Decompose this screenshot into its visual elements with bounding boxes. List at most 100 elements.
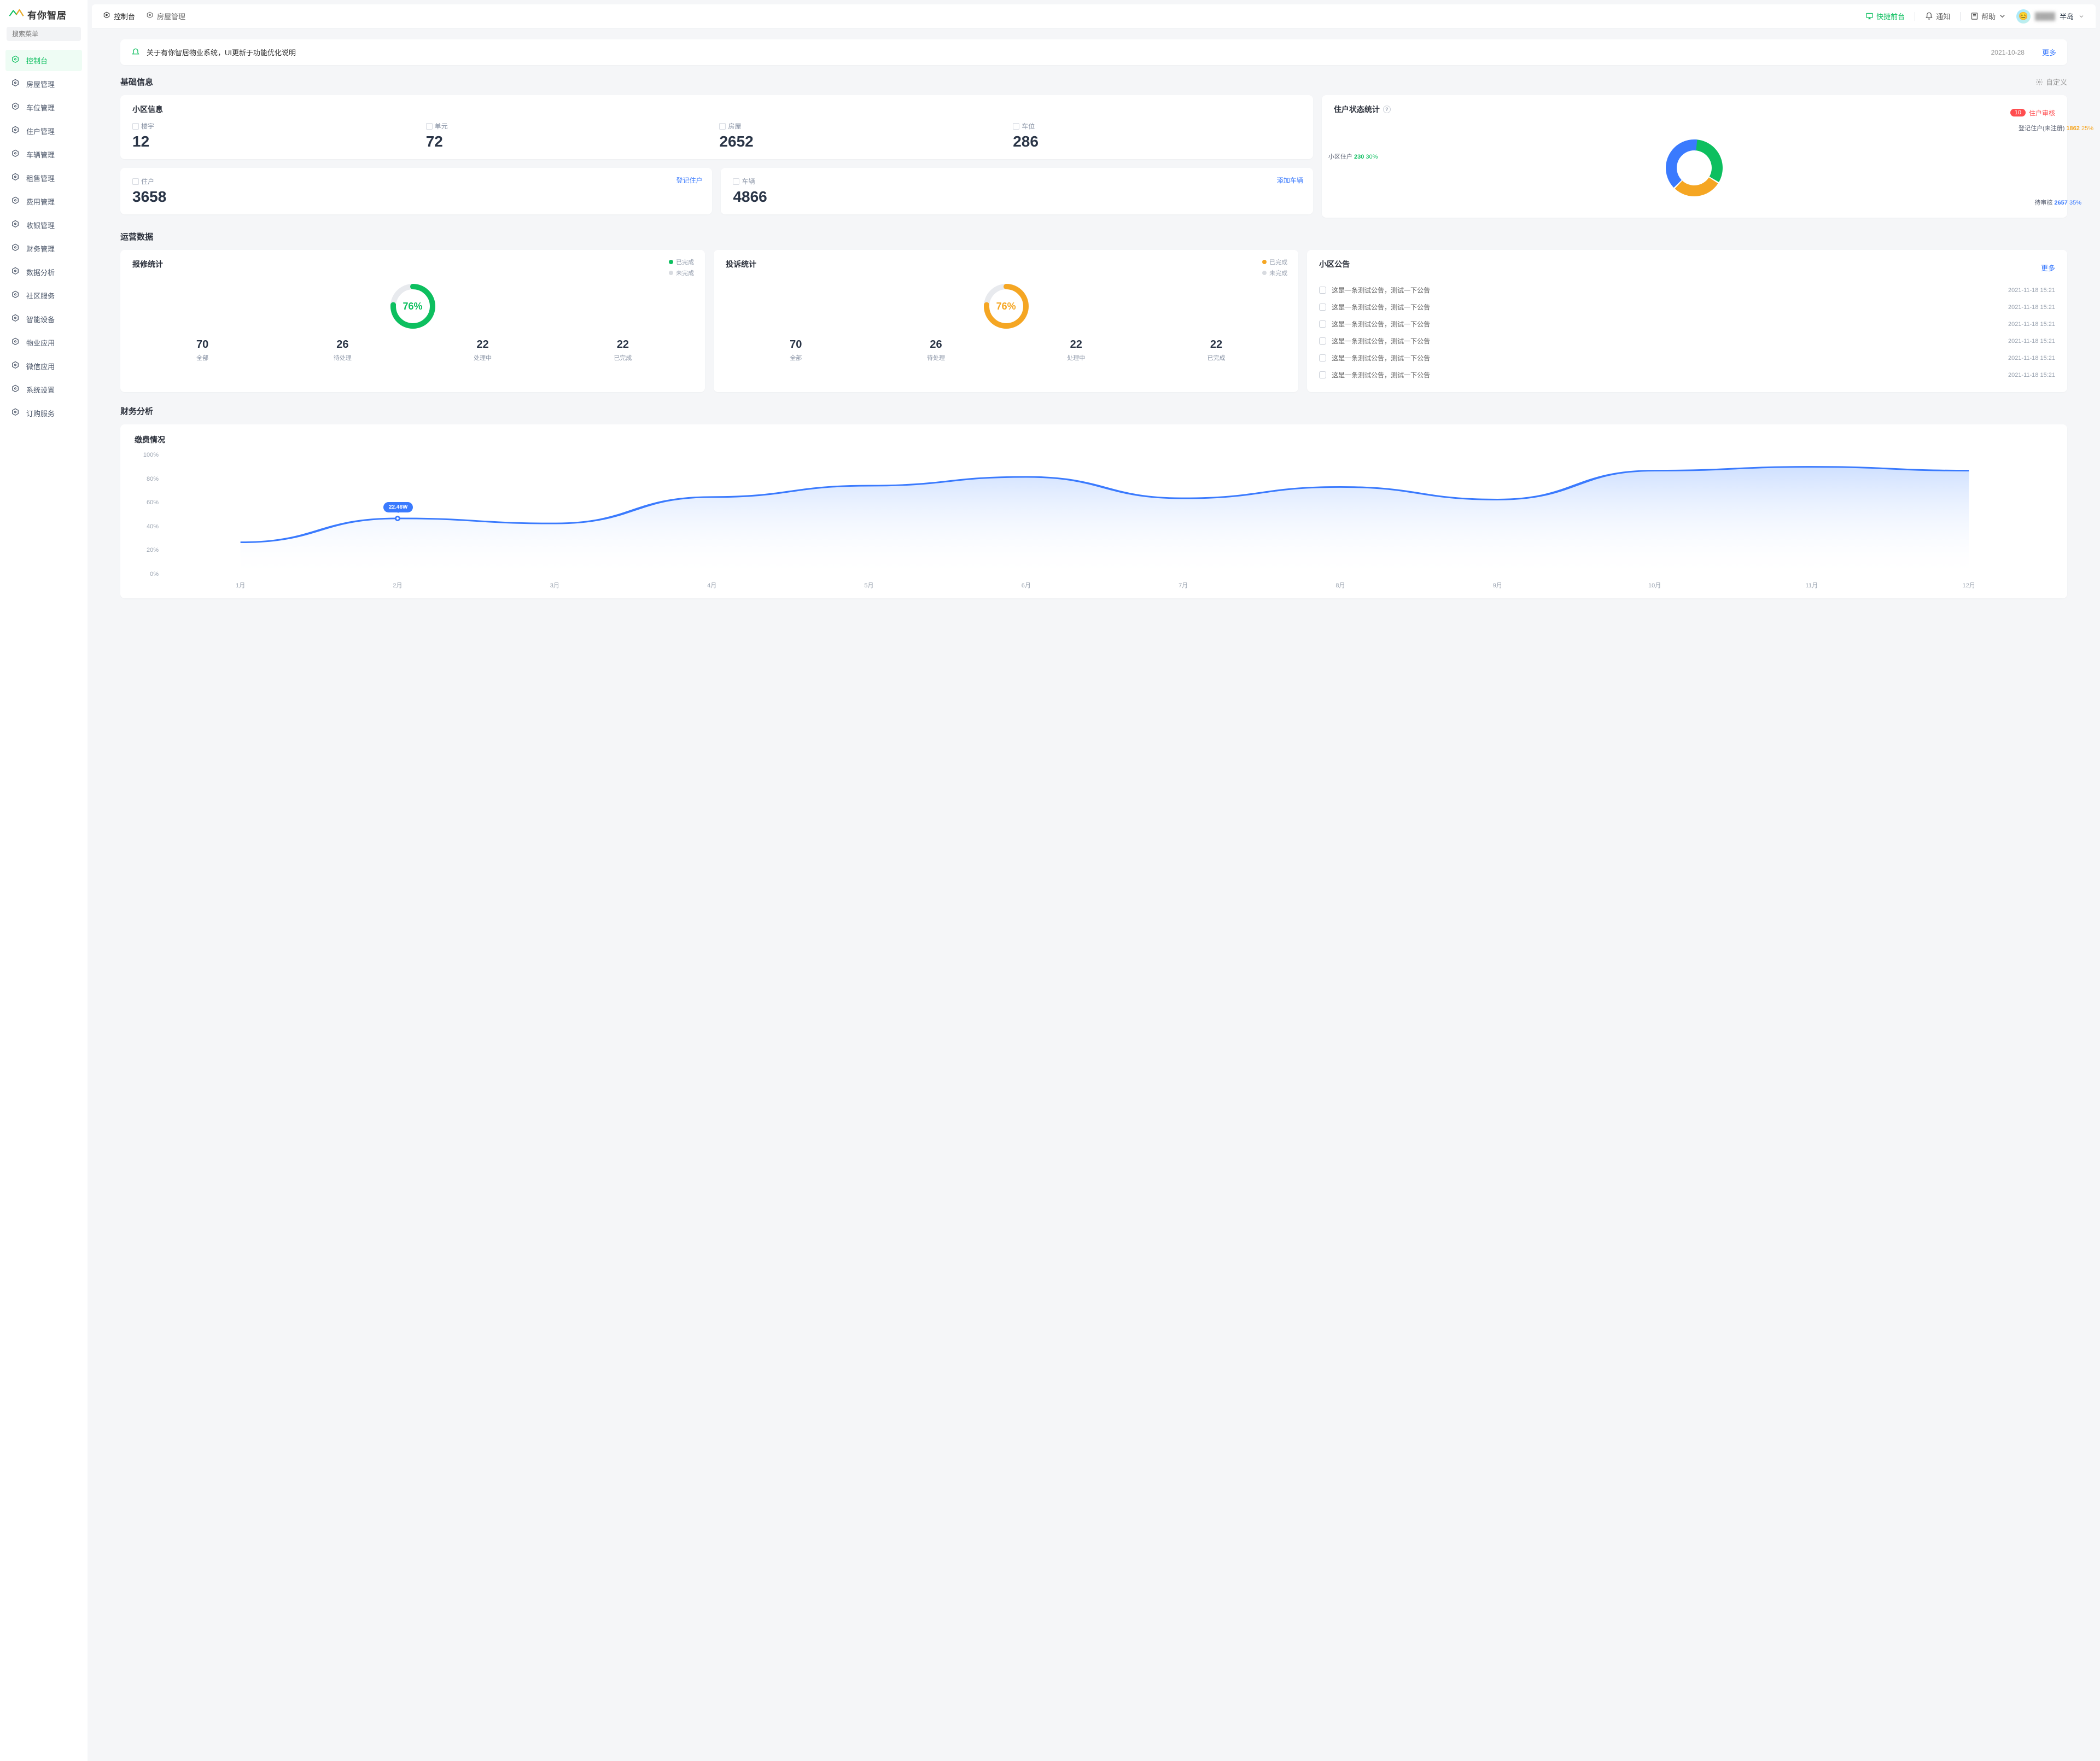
avatar: 😊	[2016, 9, 2031, 24]
mini-card-link[interactable]: 添加车辆	[1277, 176, 1303, 185]
ops-metric: 22已完成	[553, 339, 693, 362]
sidebar-item[interactable]: 收银管理	[5, 214, 82, 236]
sidebar-item[interactable]: 微信应用	[5, 355, 82, 377]
sidebar-item[interactable]: 物业应用	[5, 332, 82, 353]
mini-stat-card: 登记住户 住户 3658	[120, 168, 712, 214]
announcements-title: 小区公告	[1319, 259, 1350, 270]
announcement-time: 2021-11-18 15:21	[2008, 372, 2055, 378]
stat-value: 286	[1013, 133, 1301, 150]
sidebar-item[interactable]: 住户管理	[5, 120, 82, 142]
sidebar-item-label: 住户管理	[26, 126, 55, 136]
ops-card: 报修统计 已完成 未完成 76% 70全部26待处理22处理中22已完成	[120, 250, 705, 392]
divider	[1960, 12, 1961, 21]
brand-name: 有你智居	[27, 8, 67, 21]
stat-value: 2652	[719, 133, 1007, 150]
sidebar-item-label: 系统设置	[26, 384, 55, 395]
sidebar-item-label: 财务管理	[26, 243, 55, 254]
help-link[interactable]: 帮助	[1970, 11, 2006, 21]
announcement-text: 这是一条测试公告，测试一下公告	[1332, 370, 2003, 380]
announcement-item[interactable]: 这是一条测试公告，测试一下公告 2021-11-18 15:21	[1319, 299, 2055, 316]
community-card: 小区信息 楼宇12单元72房屋2652车位286	[120, 95, 1313, 159]
hexagon-icon	[11, 384, 20, 395]
stat-value: 4866	[733, 188, 1300, 206]
sidebar-item[interactable]: 订购服务	[5, 403, 82, 424]
sidebar-item[interactable]: 智能设备	[5, 308, 82, 330]
ops-card: 投诉统计 已完成 未完成 76% 70全部26待处理22处理中22已完成	[714, 250, 1298, 392]
finance-card-title: 缴费情况	[135, 434, 2053, 445]
stat-item: 房屋2652	[719, 121, 1007, 150]
chart-x-axis: 1月2月3月4月5月6月7月8月9月10月11月12月	[162, 581, 2048, 594]
stat-label: 单元	[426, 121, 714, 131]
brand-logo: 有你智居	[0, 0, 88, 27]
hexagon-icon	[11, 243, 20, 254]
note-icon	[1319, 304, 1326, 311]
tab[interactable]: 房屋管理	[146, 11, 185, 21]
tab[interactable]: 控制台	[103, 11, 135, 21]
sidebar-item[interactable]: 房屋管理	[5, 73, 82, 95]
user-masked: ████	[2035, 12, 2055, 20]
search-input[interactable]	[12, 30, 97, 38]
stat-value: 72	[426, 133, 714, 150]
announcements-more-link[interactable]: 更多	[2041, 263, 2055, 273]
quick-frontend-link[interactable]: 快捷前台	[1865, 11, 1905, 21]
announcement-time: 2021-11-18 15:21	[2008, 304, 2055, 311]
progress-pct: 76%	[982, 282, 1031, 331]
hexagon-icon	[11, 126, 20, 136]
sidebar-item[interactable]: 控制台	[5, 50, 82, 71]
ops-metric: 26待处理	[866, 339, 1006, 362]
stat-label: 车辆	[733, 177, 1300, 186]
chart-tooltip: 22.46W	[383, 502, 413, 512]
announcement-time: 2021-11-18 15:21	[2008, 321, 2055, 328]
user-name: 半岛	[2060, 11, 2074, 21]
announcement-item[interactable]: 这是一条测试公告，测试一下公告2021-11-18 15:21	[1319, 282, 2055, 299]
bell-icon	[1925, 12, 1933, 20]
hexagon-icon	[11, 220, 20, 230]
stat-item: 单元 72	[426, 121, 714, 150]
note-icon	[1319, 287, 1326, 294]
hexagon-icon	[11, 290, 20, 301]
section-title-ops: 运营数据	[120, 231, 153, 242]
chart-plot: 22.46W	[162, 452, 2048, 578]
hexagon-icon	[11, 267, 20, 277]
announcement-item[interactable]: 这是一条测试公告，测试一下公告2021-11-18 15:21	[1319, 333, 2055, 349]
sidebar-item-label: 收银管理	[26, 220, 55, 230]
stat-value: 3658	[132, 188, 700, 206]
announcement-item[interactable]: 这是一条测试公告，测试一下公告2021-11-18 15:21	[1319, 316, 2055, 333]
notify-link[interactable]: 通知	[1925, 11, 1950, 21]
ops-metric: 26待处理	[272, 339, 412, 362]
notice-date: 2021-10-28	[1991, 49, 2025, 56]
sidebar-item[interactable]: 租售管理	[5, 167, 82, 189]
book-icon	[1970, 12, 1979, 20]
note-icon	[1319, 371, 1326, 378]
customize-link[interactable]: 自定义	[2035, 77, 2067, 87]
announcement-item[interactable]: 这是一条测试公告，测试一下公告 2021-11-18 15:21	[1319, 366, 2055, 383]
announcement-time: 2021-11-18 15:21	[2008, 355, 2055, 361]
announcement-text: 这是一条测试公告，测试一下公告	[1332, 302, 2003, 312]
sidebar-item-label: 租售管理	[26, 173, 55, 183]
help-icon[interactable]: ?	[1383, 106, 1391, 113]
sidebar-item[interactable]: 数据分析	[5, 261, 82, 283]
sidebar-item[interactable]: 财务管理	[5, 238, 82, 259]
search-input-wrap[interactable]	[7, 27, 81, 41]
sidebar-item[interactable]: 车位管理	[5, 97, 82, 118]
mini-card-link[interactable]: 登记住户	[676, 176, 702, 185]
donut-label: 小区住户 230 30%	[1328, 152, 1378, 161]
monitor-icon	[1865, 12, 1874, 20]
hexagon-icon	[103, 11, 110, 21]
sidebar-item[interactable]: 系统设置	[5, 379, 82, 400]
hexagon-icon	[11, 314, 20, 324]
sidebar-item[interactable]: 费用管理	[5, 191, 82, 212]
announcement-text: 这是一条测试公告，测试一下公告	[1332, 353, 2003, 363]
notice-text: 关于有你智居物业系统，UI更新于功能优化说明	[147, 47, 1985, 57]
user-menu[interactable]: 😊 ████ 半岛	[2016, 9, 2085, 24]
sidebar-item-label: 车辆管理	[26, 149, 55, 160]
sidebar-item[interactable]: 社区服务	[5, 285, 82, 306]
sidebar-nav: 控制台房屋管理车位管理住户管理车辆管理租售管理费用管理收银管理财务管理数据分析社…	[0, 48, 88, 428]
notice-more-link[interactable]: 更多	[2042, 47, 2056, 57]
residents-audit-link[interactable]: 10 住户审核	[2010, 108, 2055, 118]
sidebar-item-label: 微信应用	[26, 361, 55, 371]
progress-ring: 76%	[388, 282, 438, 331]
announcement-time: 2021-11-18 15:21	[2008, 287, 2055, 294]
sidebar-item[interactable]: 车辆管理	[5, 144, 82, 165]
announcement-item[interactable]: 这是一条测试公告，测试一下公告 2021-11-18 15:21	[1319, 349, 2055, 366]
